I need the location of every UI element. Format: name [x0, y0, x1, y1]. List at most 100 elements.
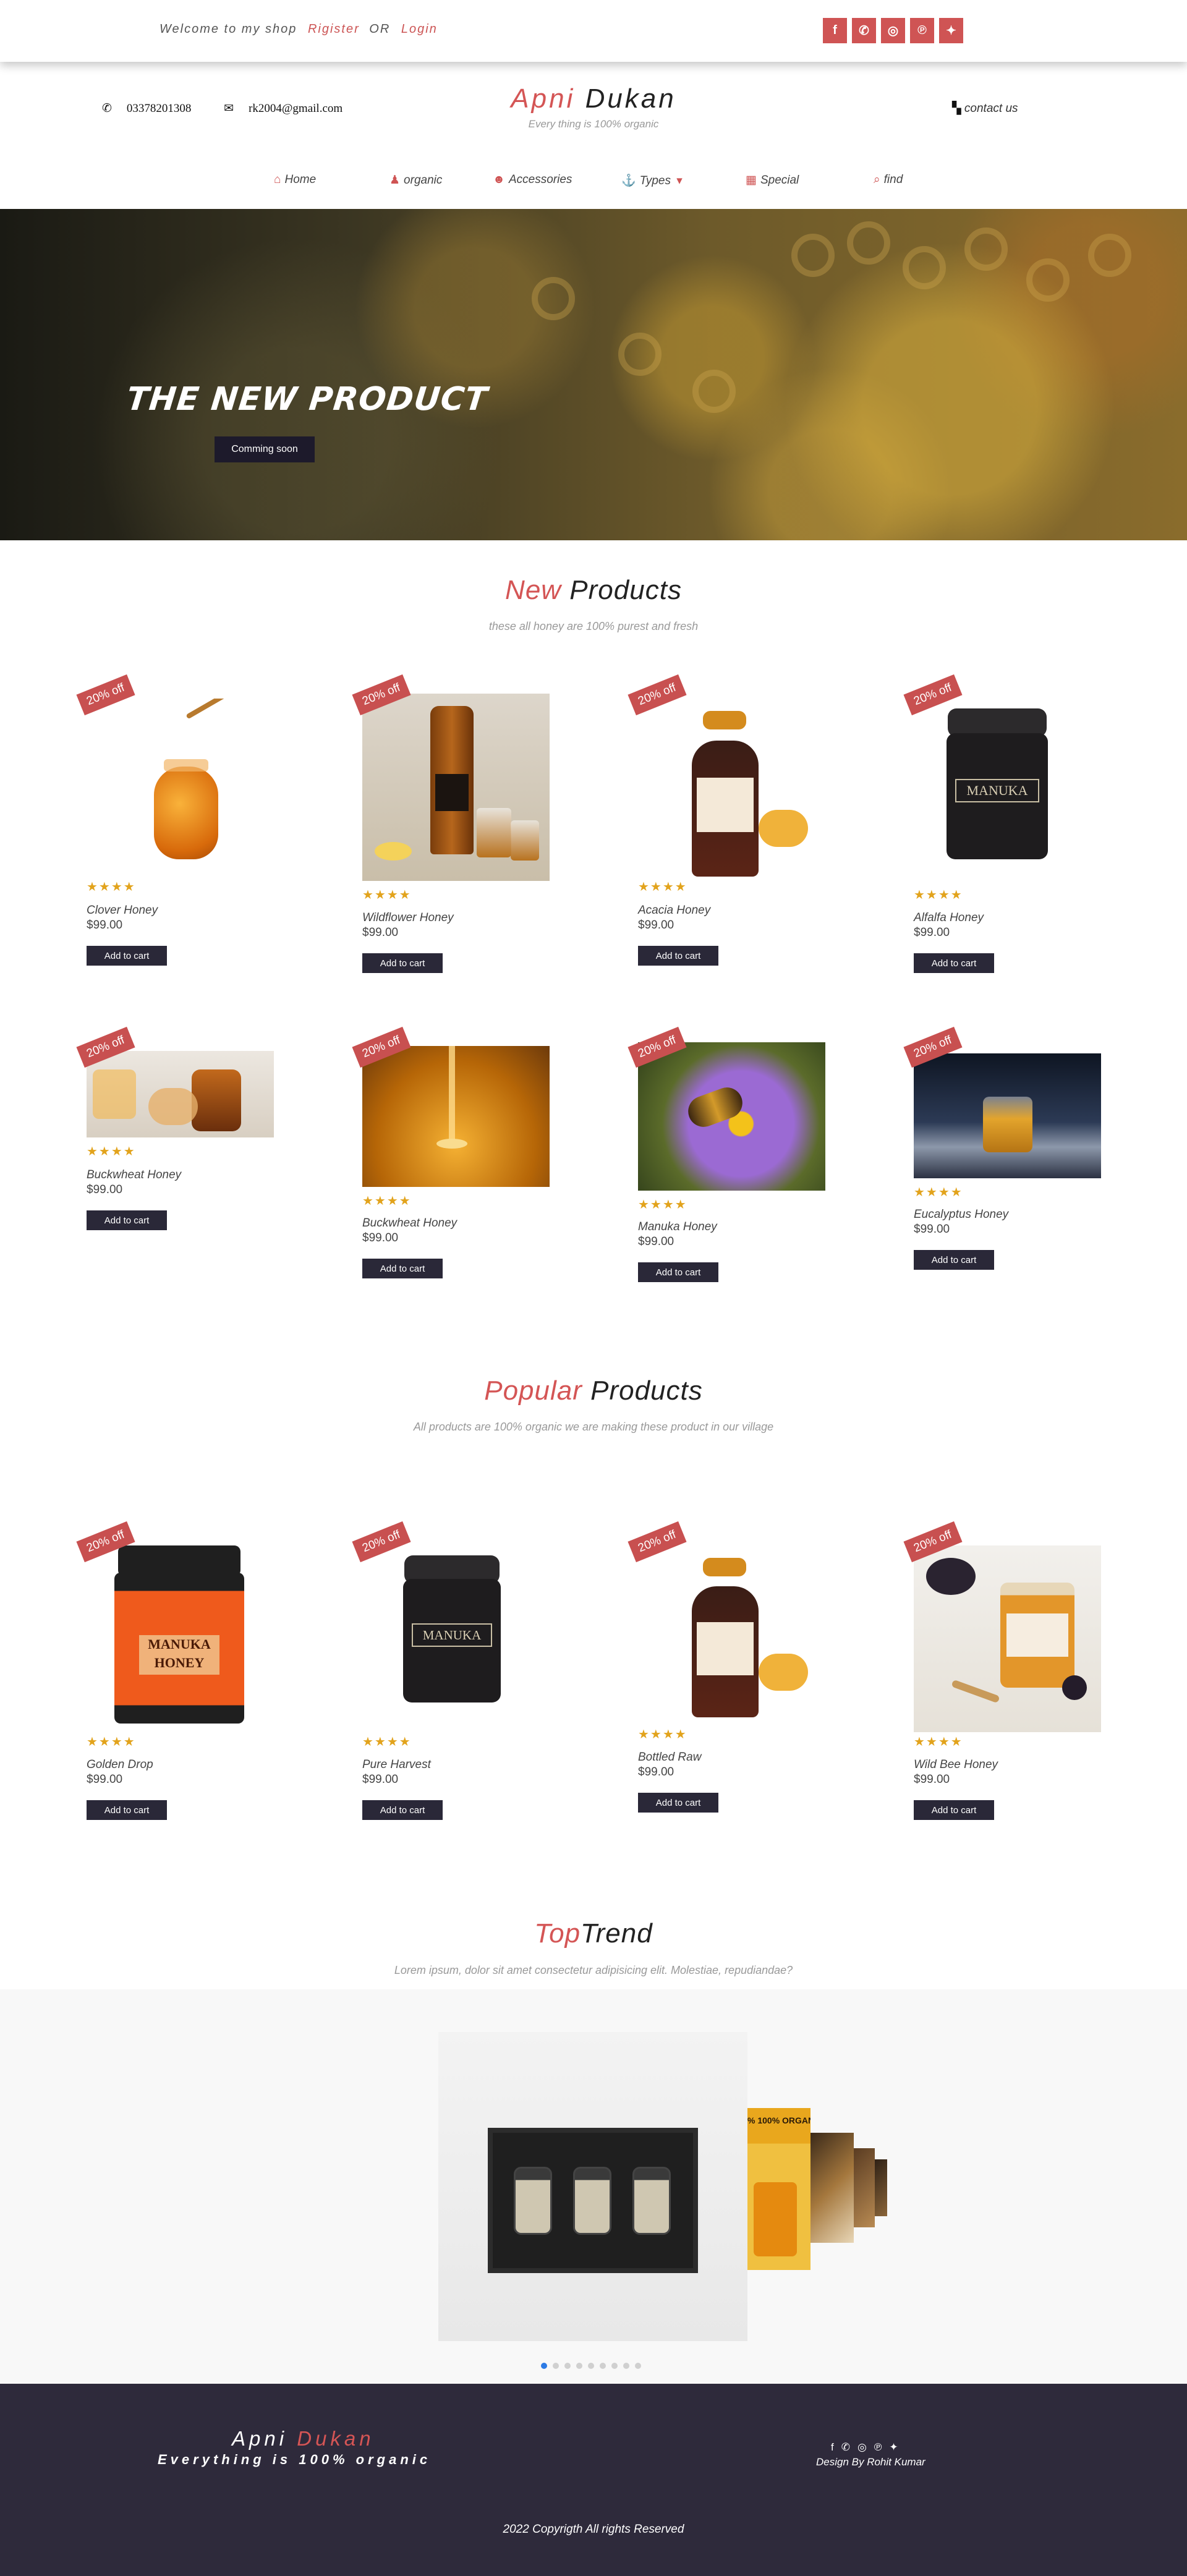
product-price: $99.00	[87, 919, 123, 932]
product-image[interactable]	[914, 1053, 1101, 1178]
product-name: Wildflower Honey	[362, 911, 454, 924]
pinterest-icon[interactable]: ℗	[874, 2441, 882, 2454]
add-to-cart-button[interactable]: Add to cart	[87, 1210, 167, 1230]
rating-stars: ★★★★	[87, 880, 136, 894]
add-to-cart-button[interactable]: Add to cart	[87, 1800, 167, 1820]
register-link[interactable]: Rigister	[308, 22, 360, 36]
popular-products-title-red: Popular	[484, 1375, 582, 1406]
nav-special[interactable]: ▦ Special	[746, 173, 799, 187]
honeycomb-cell	[1088, 234, 1131, 277]
login-link[interactable]: Login	[401, 22, 438, 36]
new-products-subtitle: these all honey are 100% purest and fres…	[488, 620, 699, 632]
nav-types[interactable]: ⚓ Types ▾	[621, 173, 686, 188]
add-to-cart-button[interactable]: Add to cart	[362, 1259, 443, 1278]
new-products-title-rest: Products	[561, 575, 682, 605]
whatsapp-icon[interactable]: ✆	[851, 17, 877, 45]
carousel-slide[interactable]	[875, 2159, 887, 2216]
twitter-icon[interactable]: ✦	[938, 17, 964, 45]
add-to-cart-button[interactable]: Add to cart	[362, 953, 443, 973]
product-image[interactable]	[362, 1046, 550, 1187]
top-bar: Welcome to my shop Rigister OR Login f ✆…	[0, 0, 1187, 62]
carousel-dot[interactable]	[553, 2363, 559, 2369]
add-to-cart-button[interactable]: Add to cart	[638, 1262, 718, 1282]
product-name: Acacia Honey	[638, 904, 711, 917]
top-trend-title-red: Top	[534, 1918, 581, 1949]
facebook-icon[interactable]: f	[831, 2441, 834, 2454]
product-image[interactable]: MANUKA HONEY	[114, 1545, 244, 1726]
contact-us-label: contact us	[964, 102, 1018, 115]
product-name: Golden Drop	[87, 1758, 153, 1771]
carousel-dot[interactable]	[564, 2363, 571, 2369]
top-trend-title-rest: Trend	[581, 1918, 653, 1949]
product-price: $99.00	[362, 1773, 399, 1786]
add-to-cart-button[interactable]: Add to cart	[638, 946, 718, 966]
carousel-slide[interactable]	[810, 2133, 854, 2243]
carousel-slide-active[interactable]	[438, 2032, 747, 2341]
product-price: $99.00	[362, 1231, 399, 1244]
product-image[interactable]: MANUKA	[942, 705, 1053, 878]
add-to-cart-button[interactable]: Add to cart	[914, 1800, 994, 1820]
product-image[interactable]	[638, 1042, 825, 1191]
map-icon: ▚	[952, 102, 961, 115]
nav-find[interactable]: ⌕ find	[874, 173, 903, 187]
hero-title: THE NEW PRODUCT	[124, 381, 490, 418]
coming-soon-button[interactable]: Comming soon	[215, 436, 315, 462]
carousel-dot[interactable]	[635, 2363, 641, 2369]
rating-stars: ★★★★	[638, 1728, 687, 1741]
product-name: Pure Harvest	[362, 1758, 431, 1771]
product-image[interactable]	[653, 1552, 814, 1719]
brand-first: Apni	[511, 83, 576, 114]
nav-accessories[interactable]: ☻ Accessories	[493, 173, 572, 187]
instagram-icon[interactable]: ◎	[880, 17, 906, 45]
instagram-icon[interactable]: ◎	[857, 2441, 867, 2454]
product-image[interactable]	[653, 705, 814, 878]
carousel-dot[interactable]	[576, 2363, 582, 2369]
carousel-slide[interactable]: % 100% ORGANIC	[747, 2108, 810, 2270]
rating-stars: ★★★★	[362, 888, 412, 902]
carousel-dot[interactable]	[600, 2363, 606, 2369]
add-to-cart-button[interactable]: Add to cart	[87, 946, 167, 966]
pinterest-icon[interactable]: ℗	[909, 17, 935, 45]
twitter-icon[interactable]: ✦	[889, 2441, 898, 2454]
product-image[interactable]	[914, 1545, 1101, 1732]
design-credit: Design By Rohit Kumar	[816, 2456, 925, 2468]
new-products-title-red: New	[505, 575, 562, 605]
social-links: f ✆ ◎ ℗ ✦	[822, 17, 964, 45]
product-price: $99.00	[638, 919, 674, 932]
footer-brand[interactable]: Apni Dukan	[232, 2427, 375, 2451]
popular-products-title-rest: Products	[582, 1375, 703, 1406]
contact-us-link[interactable]: ▚ contact us	[952, 101, 1018, 116]
footer-brand-second: Dukan	[297, 2427, 375, 2450]
product-price: $99.00	[638, 1766, 674, 1779]
new-products-title: New Products	[0, 575, 1187, 606]
add-to-cart-button[interactable]: Add to cart	[362, 1800, 443, 1820]
nav-organic[interactable]: ♟ organic	[389, 173, 442, 187]
product-image[interactable]	[87, 1051, 274, 1137]
facebook-icon[interactable]: f	[822, 17, 848, 45]
carousel-dot[interactable]	[623, 2363, 629, 2369]
product-image[interactable]	[362, 694, 550, 881]
footer: Apni Dukan Everything is 100% organic f …	[0, 2384, 1187, 2576]
rating-stars: ★★★★	[914, 888, 963, 902]
honeycomb-cell	[903, 246, 946, 289]
add-to-cart-button[interactable]: Add to cart	[914, 953, 994, 973]
honeycomb-cell	[618, 333, 662, 376]
carousel-dot[interactable]	[541, 2363, 547, 2369]
nav-types-label: Types	[639, 174, 671, 187]
nav-home[interactable]: ⌂ Home	[274, 173, 316, 187]
whatsapp-icon[interactable]: ✆	[841, 2441, 850, 2454]
product-image[interactable]	[139, 699, 238, 878]
carousel-dot[interactable]	[611, 2363, 618, 2369]
footer-tagline: Everything is 100% organic	[158, 2452, 432, 2467]
carousel-slide[interactable]	[854, 2148, 875, 2227]
footer-brand-first: Apni	[232, 2427, 288, 2450]
add-to-cart-button[interactable]: Add to cart	[638, 1793, 718, 1813]
top-trend-subtitle: Lorem ipsum, dolor sit amet consectetur …	[394, 1964, 793, 1976]
add-to-cart-button[interactable]: Add to cart	[914, 1250, 994, 1270]
calendar-icon: ▦	[746, 174, 757, 187]
carousel-dot[interactable]	[588, 2363, 594, 2369]
welcome-text: Welcome to my shop	[160, 22, 297, 36]
product-image[interactable]: MANUKA	[399, 1552, 504, 1719]
home-icon: ⌂	[274, 173, 281, 186]
copyright: 2022 Copyrigth All rights Reserved	[503, 2523, 684, 2536]
